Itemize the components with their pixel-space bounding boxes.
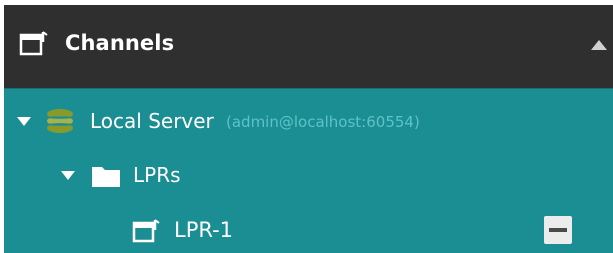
camera-channel-icon — [19, 29, 49, 59]
folder-icon — [90, 163, 124, 189]
remove-channel-button[interactable] — [544, 216, 572, 244]
server-address: (admin@localhost:60554) — [226, 113, 420, 131]
server-stack-icon — [44, 107, 76, 135]
tree-node-folder[interactable]: LPRs — [4, 151, 613, 197]
panel-header: Channels — [4, 5, 613, 88]
channels-panel: Channels Local Server (admin@localhost:6… — [4, 5, 613, 253]
channel-tree: Local Server (admin@localhost:60554) LPR… — [4, 88, 613, 253]
tree-node-server[interactable]: Local Server (admin@localhost:60554) — [4, 97, 613, 143]
tree-node-channel[interactable]: LPR-1 — [4, 206, 613, 252]
server-name: Local Server — [90, 109, 214, 133]
expand-arrow-icon[interactable] — [61, 171, 75, 180]
panel-title: Channels — [65, 31, 175, 55]
camera-channel-icon — [132, 217, 162, 245]
remove-icon — [549, 228, 567, 232]
expand-arrow-icon[interactable] — [17, 117, 31, 126]
folder-name: LPRs — [133, 163, 181, 187]
channel-name: LPR-1 — [174, 218, 234, 242]
collapse-up-icon[interactable] — [589, 37, 609, 51]
